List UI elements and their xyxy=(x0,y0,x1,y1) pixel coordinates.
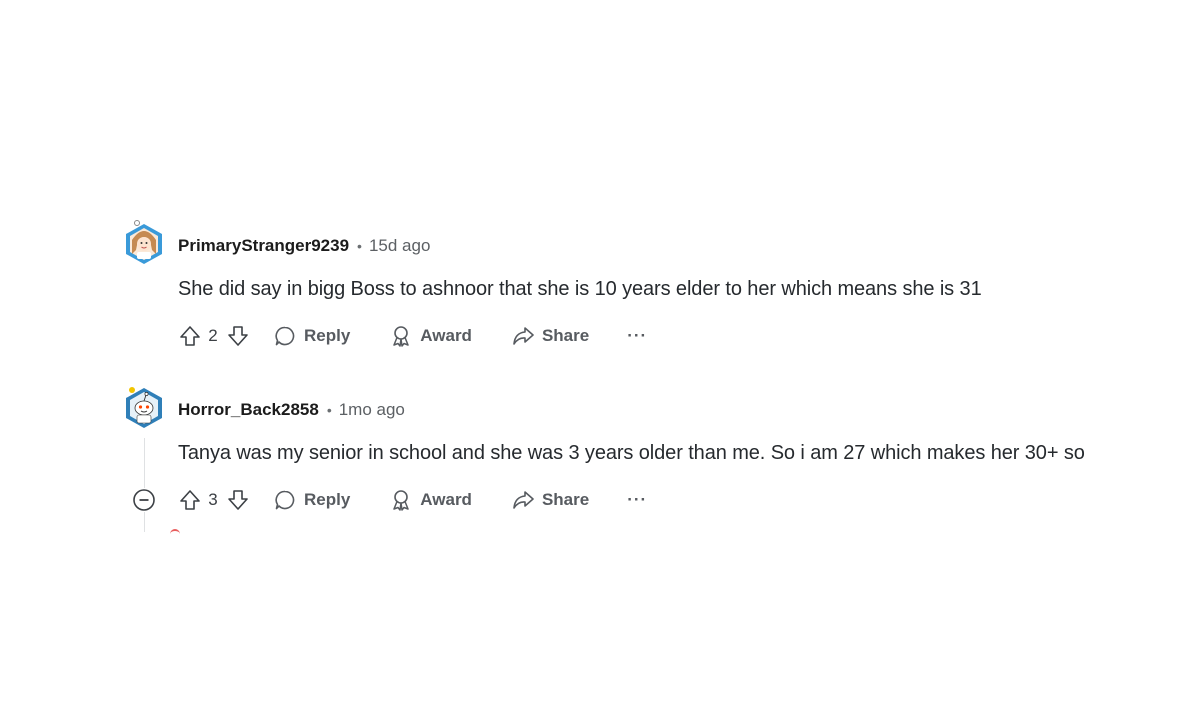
reply-label: Reply xyxy=(304,326,351,345)
meta-separator: • xyxy=(357,238,362,254)
vote-group: 2 xyxy=(176,322,252,350)
reply-button[interactable]: Reply xyxy=(274,489,350,511)
upvote-arrow-icon[interactable] xyxy=(176,322,204,350)
comment-meta: PrimaryStranger9239 • 15d ago xyxy=(178,234,430,258)
minus-circle-icon[interactable] xyxy=(132,488,156,512)
more-options-button[interactable]: ··· xyxy=(627,490,647,510)
vote-group: 3 xyxy=(176,486,252,514)
comment-body: Tanya was my senior in school and she wa… xyxy=(178,442,1085,464)
share-label: Share xyxy=(541,326,590,345)
speech-bubble-icon xyxy=(274,489,296,511)
award-label: Award xyxy=(420,490,472,509)
share-arrow-icon xyxy=(512,489,534,511)
award-label: Award xyxy=(420,326,472,345)
comment-actions: 2 Reply Award Share ··· xyxy=(176,320,647,352)
avatar[interactable] xyxy=(122,384,166,432)
comment-actions: 3 Reply Award Share ··· xyxy=(176,484,647,516)
vote-score: 2 xyxy=(208,326,218,345)
award-button[interactable]: Award xyxy=(390,489,472,511)
meta-separator: • xyxy=(326,402,332,418)
thread-line[interactable] xyxy=(144,438,145,532)
reply-label: Reply xyxy=(304,490,351,509)
share-label: Share xyxy=(541,490,590,509)
comment-body: She did say in bigg Boss to ashnoor that… xyxy=(178,278,982,300)
award-button[interactable]: Award xyxy=(390,325,472,347)
share-button[interactable]: Share xyxy=(512,489,589,511)
downvote-arrow-icon[interactable] xyxy=(224,486,252,514)
speech-bubble-icon xyxy=(274,325,296,347)
ribbon-award-icon xyxy=(390,325,412,347)
share-arrow-icon xyxy=(512,325,534,347)
downvote-arrow-icon[interactable] xyxy=(224,322,252,350)
timestamp[interactable]: 15d ago xyxy=(369,236,430,256)
next-avatar-peek xyxy=(170,529,180,535)
username[interactable]: Horror_Back2858 xyxy=(178,400,319,420)
share-button[interactable]: Share xyxy=(512,325,589,347)
comment-thread: PrimaryStranger9239 • 15d ago She did sa… xyxy=(0,0,1200,720)
username[interactable]: PrimaryStranger9239 xyxy=(178,236,349,256)
avatar[interactable] xyxy=(122,220,166,268)
comment-meta: Horror_Back2858 • 1mo ago xyxy=(178,398,405,422)
ribbon-award-icon xyxy=(390,489,412,511)
upvote-arrow-icon[interactable] xyxy=(176,486,204,514)
vote-score: 3 xyxy=(208,490,218,509)
more-options-button[interactable]: ··· xyxy=(627,326,647,346)
reply-button[interactable]: Reply xyxy=(274,325,350,347)
timestamp[interactable]: 1mo ago xyxy=(339,400,405,420)
